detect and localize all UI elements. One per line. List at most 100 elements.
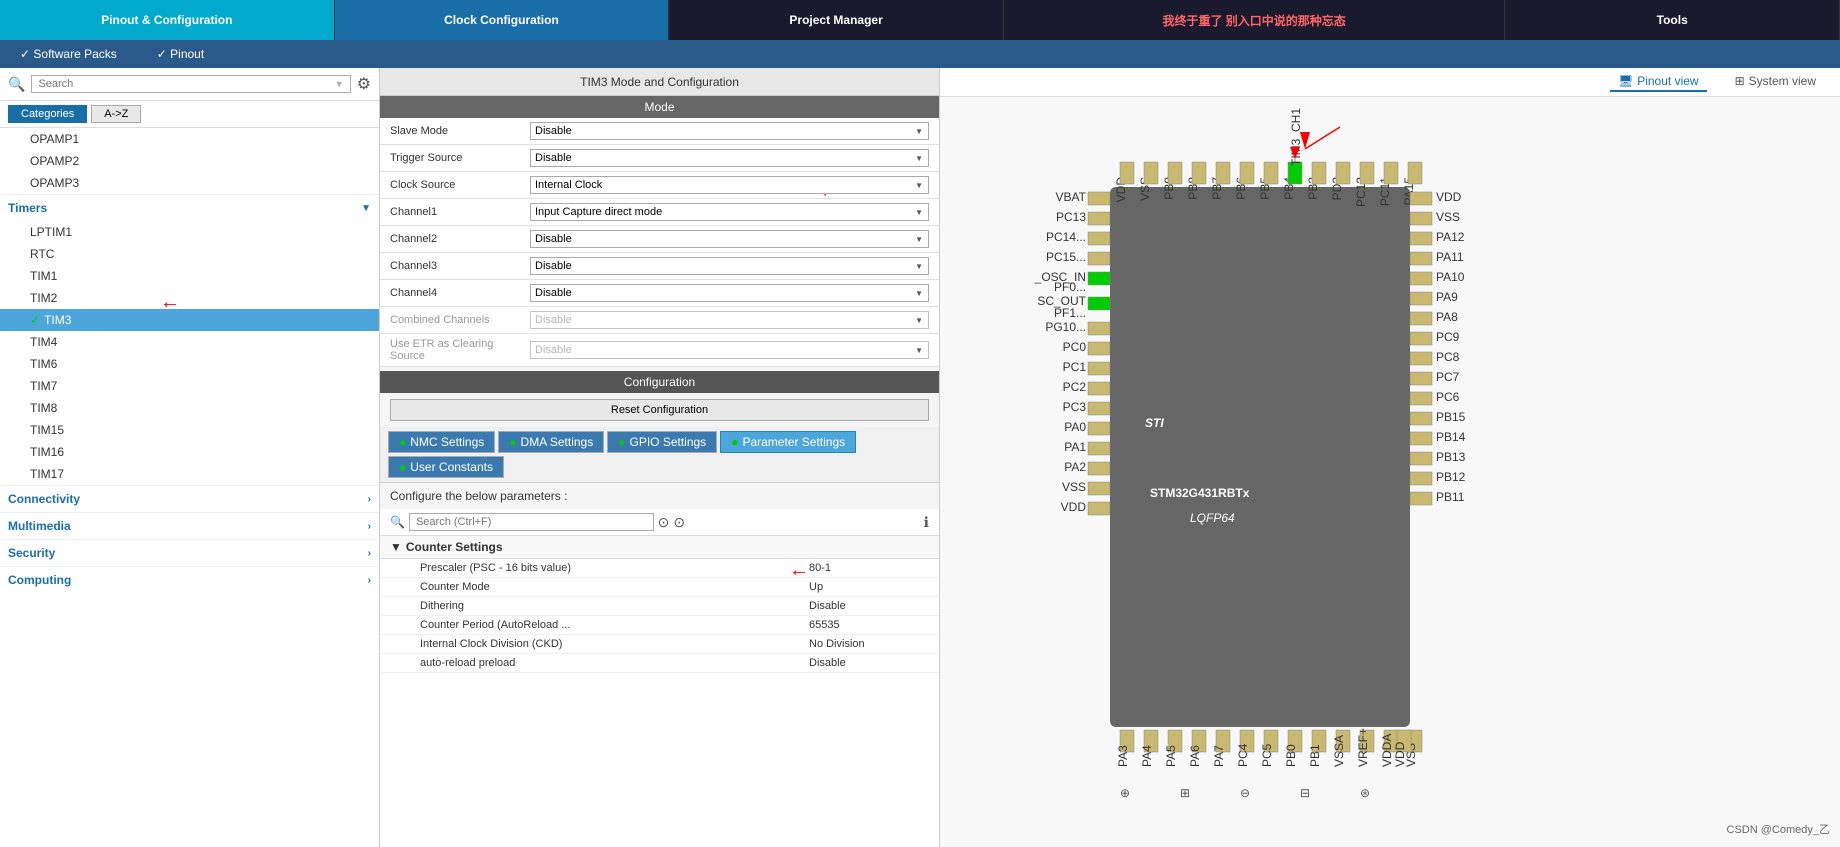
sidebar-item-tim7[interactable]: TIM7	[0, 375, 379, 397]
svg-text:PC14...: PC14...	[1046, 230, 1086, 244]
tab-a-to-z[interactable]: A->Z	[91, 105, 141, 123]
svg-text:PA8: PA8	[1436, 310, 1458, 324]
svg-text:PA6: PA6	[1188, 745, 1202, 767]
sidebar-item-tim15[interactable]: TIM15	[0, 419, 379, 441]
mode-header: Mode	[380, 96, 939, 118]
gear-icon[interactable]: ⚙	[357, 74, 371, 94]
timers-arrow-icon: ▼	[361, 203, 371, 214]
param-dot-icon: ●	[731, 435, 738, 449]
sidebar-item-tim4[interactable]: TIM4	[0, 331, 379, 353]
combined-channels-select[interactable]: Disable	[530, 311, 929, 329]
svg-text:PF1...: PF1...	[1054, 306, 1086, 320]
sidebar-section-security[interactable]: Security ›	[0, 539, 379, 566]
channel1-label: Channel1	[390, 206, 530, 218]
sidebar-item-tim1[interactable]: TIM1	[0, 265, 379, 287]
sidebar-item-opamp1[interactable]: OPAMP1	[0, 128, 379, 150]
sidebar-section-timers[interactable]: Timers ▼	[0, 194, 379, 221]
sidebar-section-connectivity[interactable]: Connectivity ›	[0, 485, 379, 512]
expand-icon[interactable]: ⊞	[1180, 786, 1190, 800]
tab-pinout-configuration[interactable]: Pinout & Configuration	[0, 0, 335, 40]
tab-categories[interactable]: Categories	[8, 105, 87, 123]
sidebar-item-tim6[interactable]: TIM6	[0, 353, 379, 375]
svg-text:PG10...: PG10...	[1045, 320, 1086, 334]
sidebar-item-tim17[interactable]: TIM17	[0, 463, 379, 485]
tab-user-constants[interactable]: ● User Constants	[388, 456, 504, 478]
system-view-btn[interactable]: ⊞ System view	[1727, 72, 1824, 92]
combined-channels-row: Combined Channels Disable	[380, 307, 939, 334]
pinout-link[interactable]: ✓ Pinout	[157, 47, 204, 61]
tab-tools[interactable]: Tools	[1505, 0, 1840, 40]
sidebar-item-opamp3[interactable]: OPAMP3	[0, 172, 379, 194]
tab-project-manager[interactable]: Project Manager	[669, 0, 1004, 40]
tab-clock-configuration[interactable]: Clock Configuration	[335, 0, 670, 40]
channel4-select[interactable]: Disable	[530, 284, 929, 302]
param-auto-reload: auto-reload preload Disable	[380, 654, 939, 673]
chip-diagram: STI STM32G431RBTx LQFP64 VDD VSS PB9 PB8…	[950, 97, 1840, 847]
combined-channels-label: Combined Channels	[390, 314, 530, 326]
pinout-view-btn[interactable]: 🖥 Pinout view	[1610, 72, 1707, 92]
software-packs-link[interactable]: ✓ Software Packs	[20, 47, 117, 61]
svg-text:PC7: PC7	[1436, 370, 1460, 384]
svg-text:PB1: PB1	[1308, 744, 1322, 767]
zoom-in-icon[interactable]: ⊕	[1120, 786, 1130, 800]
tab-nmc-settings[interactable]: ● NMC Settings	[388, 431, 495, 453]
svg-text:PB14: PB14	[1436, 430, 1466, 444]
channel1-select[interactable]: Input Capture direct mode	[530, 203, 929, 221]
use-etr-select[interactable]: Disable	[530, 341, 929, 359]
slave-mode-row: Slave Mode Disable	[380, 118, 939, 145]
channel2-row: Channel2 Disable	[380, 226, 939, 253]
tab-dma-settings[interactable]: ● DMA Settings	[498, 431, 604, 453]
target-icon[interactable]: ⊛	[1360, 786, 1370, 800]
tim3-ch1-label: TIM3_CH1	[1289, 108, 1303, 166]
move-icon[interactable]: ⊟	[1300, 786, 1310, 800]
sidebar-item-opamp2[interactable]: OPAMP2	[0, 150, 379, 172]
trigger-source-row: Trigger Source Disable	[380, 145, 939, 172]
reset-configuration-button[interactable]: Reset Configuration	[390, 399, 929, 421]
config-tab-bar: ● NMC Settings ● DMA Settings ● GPIO Set…	[380, 427, 939, 483]
counter-settings-group[interactable]: ▼ Counter Settings	[380, 536, 939, 559]
params-next-icon[interactable]: ⊙	[673, 514, 685, 531]
svg-text:PA10: PA10	[1436, 270, 1465, 284]
sidebar-item-tim2[interactable]: TIM2	[0, 287, 379, 309]
search-box[interactable]: ▼	[31, 75, 350, 93]
computing-arrow-icon: ›	[368, 575, 371, 586]
params-info-icon[interactable]: ℹ	[924, 514, 929, 531]
params-prev-icon[interactable]: ⊙	[658, 514, 670, 531]
sidebar-item-tim8[interactable]: TIM8	[0, 397, 379, 419]
channel2-select[interactable]: Disable	[530, 230, 929, 248]
sidebar-item-rtc[interactable]: RTC	[0, 243, 379, 265]
param-prescaler: Prescaler (PSC - 16 bits value) 80-1	[380, 559, 939, 578]
sidebar-section-computing[interactable]: Computing ›	[0, 566, 379, 593]
svg-text:VDD: VDD	[1393, 741, 1407, 767]
channel3-select[interactable]: Disable	[530, 257, 929, 275]
search-input[interactable]	[38, 78, 334, 90]
sidebar-item-tim16[interactable]: TIM16	[0, 441, 379, 463]
chip-name-text: STM32G431RBTx	[1150, 486, 1250, 500]
sidebar-section-multimedia[interactable]: Multimedia ›	[0, 512, 379, 539]
sidebar-search-row: 🔍 ▼ ⚙	[0, 68, 379, 101]
chip-logo: STI	[1145, 416, 1164, 430]
params-search-input[interactable]	[409, 513, 654, 531]
svg-text:PC1: PC1	[1063, 360, 1087, 374]
sidebar-tab-row: Categories A->Z	[0, 101, 379, 128]
sidebar-item-tim3[interactable]: ✓TIM3	[0, 309, 379, 331]
svg-text:PA5: PA5	[1164, 745, 1178, 767]
svg-text:PC5: PC5	[1260, 743, 1274, 767]
dma-dot-icon: ●	[509, 435, 516, 449]
zoom-out-icon[interactable]: ⊖	[1240, 786, 1250, 800]
trigger-source-select[interactable]: Disable	[530, 149, 929, 167]
use-etr-label: Use ETR as Clearing Source	[390, 338, 530, 362]
channel1-row: Channel1 Input Capture direct mode	[380, 199, 939, 226]
svg-text:PC13: PC13	[1056, 210, 1086, 224]
svg-text:PC0: PC0	[1063, 340, 1087, 354]
slave-mode-label: Slave Mode	[390, 125, 530, 137]
svg-text:PA3: PA3	[1116, 745, 1130, 767]
tab-parameter-settings[interactable]: ● Parameter Settings	[720, 431, 856, 453]
sidebar-item-lptim1[interactable]: LPTIM1	[0, 221, 379, 243]
tab-gpio-settings[interactable]: ● GPIO Settings	[607, 431, 717, 453]
slave-mode-select[interactable]: Disable	[530, 122, 929, 140]
svg-text:PA4: PA4	[1140, 745, 1154, 767]
configure-text: Configure the below parameters :	[380, 483, 939, 509]
clock-source-select[interactable]: Internal Clock	[530, 176, 929, 194]
chip-package-text: LQFP64	[1190, 511, 1235, 525]
